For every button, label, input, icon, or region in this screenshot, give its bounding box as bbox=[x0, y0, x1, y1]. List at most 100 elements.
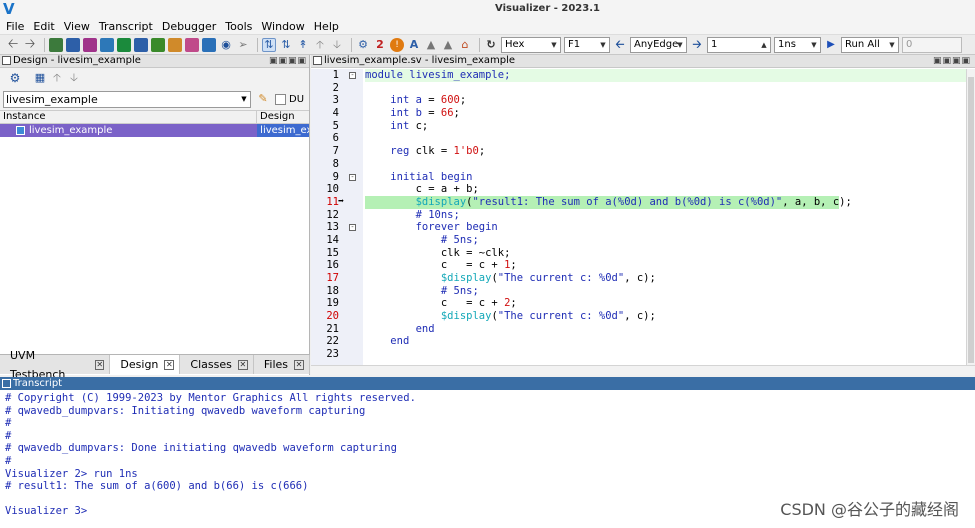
step-down-icon[interactable]: 🡣 bbox=[330, 38, 344, 52]
wave-icon[interactable] bbox=[117, 37, 131, 52]
menu-transcript[interactable]: Transcript bbox=[99, 20, 153, 33]
code-line: 7 reg clk = 1'b0; bbox=[332, 145, 486, 158]
edge-select[interactable]: AnyEdge ▼ bbox=[630, 36, 687, 53]
step-over-icon[interactable]: ⇅ bbox=[279, 38, 293, 52]
chevron-down-icon[interactable]: ▼ bbox=[239, 93, 249, 106]
chevron-down-icon: ▼ bbox=[811, 40, 817, 49]
transcript-header: Transcript bbox=[0, 377, 975, 390]
step-count-input[interactable]: 1 ▲ bbox=[707, 36, 771, 53]
memory-icon[interactable] bbox=[151, 37, 165, 52]
current-line-arrow-icon: ➡ bbox=[338, 195, 345, 207]
run-select[interactable]: Run All ▼ bbox=[841, 36, 899, 53]
step-up-icon[interactable]: 🡡 bbox=[313, 38, 327, 52]
code-line: 6 bbox=[332, 132, 339, 145]
tab-files[interactable]: Files ✕ bbox=[254, 355, 310, 374]
panel-window-controls[interactable]: ▣▣▣▣ bbox=[269, 55, 307, 67]
fold-icon[interactable]: - bbox=[349, 224, 356, 232]
table-icon[interactable]: ▦ bbox=[33, 71, 47, 85]
menu-tools[interactable]: Tools bbox=[225, 20, 252, 33]
schematic-icon[interactable] bbox=[49, 37, 63, 52]
panel-window-controls[interactable]: ▣▣▣▣ bbox=[933, 55, 971, 67]
fold-icon[interactable]: - bbox=[349, 72, 356, 79]
fold-icon[interactable]: - bbox=[349, 173, 356, 181]
instance-cell: livesim_example bbox=[0, 124, 257, 137]
source-horizontal-scrollbar[interactable] bbox=[311, 365, 975, 375]
menu-help[interactable]: Help bbox=[314, 20, 339, 33]
eye-icon[interactable]: ◉ bbox=[219, 38, 233, 52]
radix-select[interactable]: Hex ▼ bbox=[501, 36, 561, 53]
forward-icon[interactable]: 🡢 bbox=[23, 37, 37, 52]
menu-edit[interactable]: Edit bbox=[33, 20, 54, 33]
key-select[interactable]: F1 ▼ bbox=[564, 36, 610, 53]
toolbar-separator bbox=[351, 37, 352, 52]
menu-debugger[interactable]: Debugger bbox=[162, 20, 216, 33]
source-code-editor[interactable]: 1- module livesim_example; 2 3 int a = 60… bbox=[311, 69, 975, 365]
transcript-panel: Transcript # Copyright (C) 1999-2023 by … bbox=[0, 377, 975, 528]
clear-filter-icon[interactable]: ✎ bbox=[256, 92, 270, 106]
settings-icon[interactable]: ⚙ bbox=[356, 38, 370, 52]
upload-icon[interactable]: ▲ bbox=[441, 38, 455, 52]
tab-uvm-testbench[interactable]: UVM Testbench ✕ bbox=[0, 349, 111, 381]
chevron-down-icon: ▼ bbox=[551, 40, 557, 49]
refresh-icon[interactable]: ↻ bbox=[484, 38, 498, 52]
code-line: 9- initial begin bbox=[332, 170, 473, 183]
menu-window[interactable]: Window bbox=[261, 20, 304, 33]
tab-classes[interactable]: Classes ✕ bbox=[180, 355, 254, 374]
next-edge-icon[interactable]: 🡢 bbox=[690, 38, 704, 52]
prev-edge-icon[interactable]: 🡠 bbox=[613, 38, 627, 52]
design-panel-header: Design - livesim_example ▣▣▣▣ bbox=[0, 55, 309, 68]
code-line: 3 int a = 600; bbox=[332, 94, 467, 107]
close-icon[interactable]: ✕ bbox=[164, 359, 175, 370]
transcript-line: # bbox=[5, 454, 12, 467]
tab-design[interactable]: Design ✕ bbox=[110, 355, 181, 374]
code-line: 17 $display("The current c: %0d", c); bbox=[326, 272, 656, 284]
chevron-down-icon: ▼ bbox=[600, 40, 606, 49]
column-design-unit[interactable]: Design Ur bbox=[257, 111, 309, 134]
menu-view[interactable]: View bbox=[64, 20, 90, 33]
menu-file[interactable]: File bbox=[6, 20, 24, 33]
design-search-input[interactable]: livesim_example ▼ bbox=[3, 90, 251, 108]
step-into-icon[interactable]: ⇅ bbox=[262, 37, 276, 52]
scroll-thumb[interactable] bbox=[968, 77, 974, 363]
info-icon[interactable]: ! bbox=[390, 37, 404, 52]
hierarchy-icon[interactable] bbox=[66, 37, 80, 52]
step-out-icon[interactable]: ↟ bbox=[296, 38, 310, 52]
close-icon[interactable]: ✕ bbox=[237, 359, 248, 370]
transcript-line: # Copyright (C) 1999-2023 by Mentor Grap… bbox=[5, 392, 416, 404]
back-icon[interactable]: 🡠 bbox=[6, 37, 20, 52]
signals-icon[interactable] bbox=[100, 37, 114, 52]
arrow-down-icon[interactable]: 🡣 bbox=[67, 71, 81, 85]
close-icon[interactable]: ✕ bbox=[294, 359, 304, 370]
current-code-line: 11 ➡ $display("result1: The sum of a(%0d)… bbox=[326, 195, 852, 209]
gear-icon[interactable]: ⚙ bbox=[8, 71, 22, 85]
flow-icon[interactable] bbox=[134, 37, 148, 52]
run-icon[interactable]: ▶ bbox=[824, 38, 838, 52]
restart-icon[interactable]: 2 bbox=[373, 38, 387, 52]
column-instance[interactable]: Instance bbox=[0, 111, 258, 123]
instance-icon[interactable] bbox=[83, 37, 97, 52]
code-line: 13- forever begin bbox=[326, 221, 498, 234]
source-vertical-scrollbar[interactable] bbox=[966, 69, 975, 365]
du-checkbox[interactable] bbox=[275, 93, 286, 105]
spinner-icon[interactable]: ▲ bbox=[759, 39, 769, 51]
transcript-line: Visualizer 2> run 1ns bbox=[5, 467, 138, 480]
chevron-down-icon: ▼ bbox=[677, 40, 683, 49]
stamp-icon[interactable]: ▲ bbox=[424, 38, 438, 52]
step-unit-select[interactable]: 1ns ▼ bbox=[774, 36, 821, 53]
pin-icon[interactable]: ➢ bbox=[236, 38, 250, 52]
toolbar-separator bbox=[479, 37, 480, 52]
find-icon[interactable] bbox=[168, 37, 182, 52]
run-value-input[interactable]: 0 bbox=[902, 36, 962, 53]
arrow-up-icon[interactable]: 🡡 bbox=[50, 71, 64, 85]
close-icon[interactable]: ✕ bbox=[94, 359, 105, 370]
table-row[interactable]: livesim_example livesim_ex bbox=[0, 124, 309, 137]
source-tab[interactable]: livesim_example.sv - livesim_example ▣▣▣… bbox=[311, 55, 975, 68]
code-line: 23 bbox=[326, 348, 339, 361]
main-toolbar: 🡠 🡢 ◉ ➢ ⇅ ⇅ ↟ 🡡 🡣 ⚙ 2 ! A ▲ ▲ ⌂ ↻ Hex ▼ F… bbox=[0, 34, 975, 55]
waveform-icon[interactable] bbox=[202, 37, 216, 52]
class-icon[interactable] bbox=[185, 37, 199, 52]
code-line: 14 # 5ns; bbox=[326, 233, 479, 246]
home-icon[interactable]: ⌂ bbox=[458, 38, 472, 52]
watermark: CSDN @谷公子的藏经阁 bbox=[780, 500, 959, 519]
font-icon[interactable]: A bbox=[407, 38, 421, 52]
